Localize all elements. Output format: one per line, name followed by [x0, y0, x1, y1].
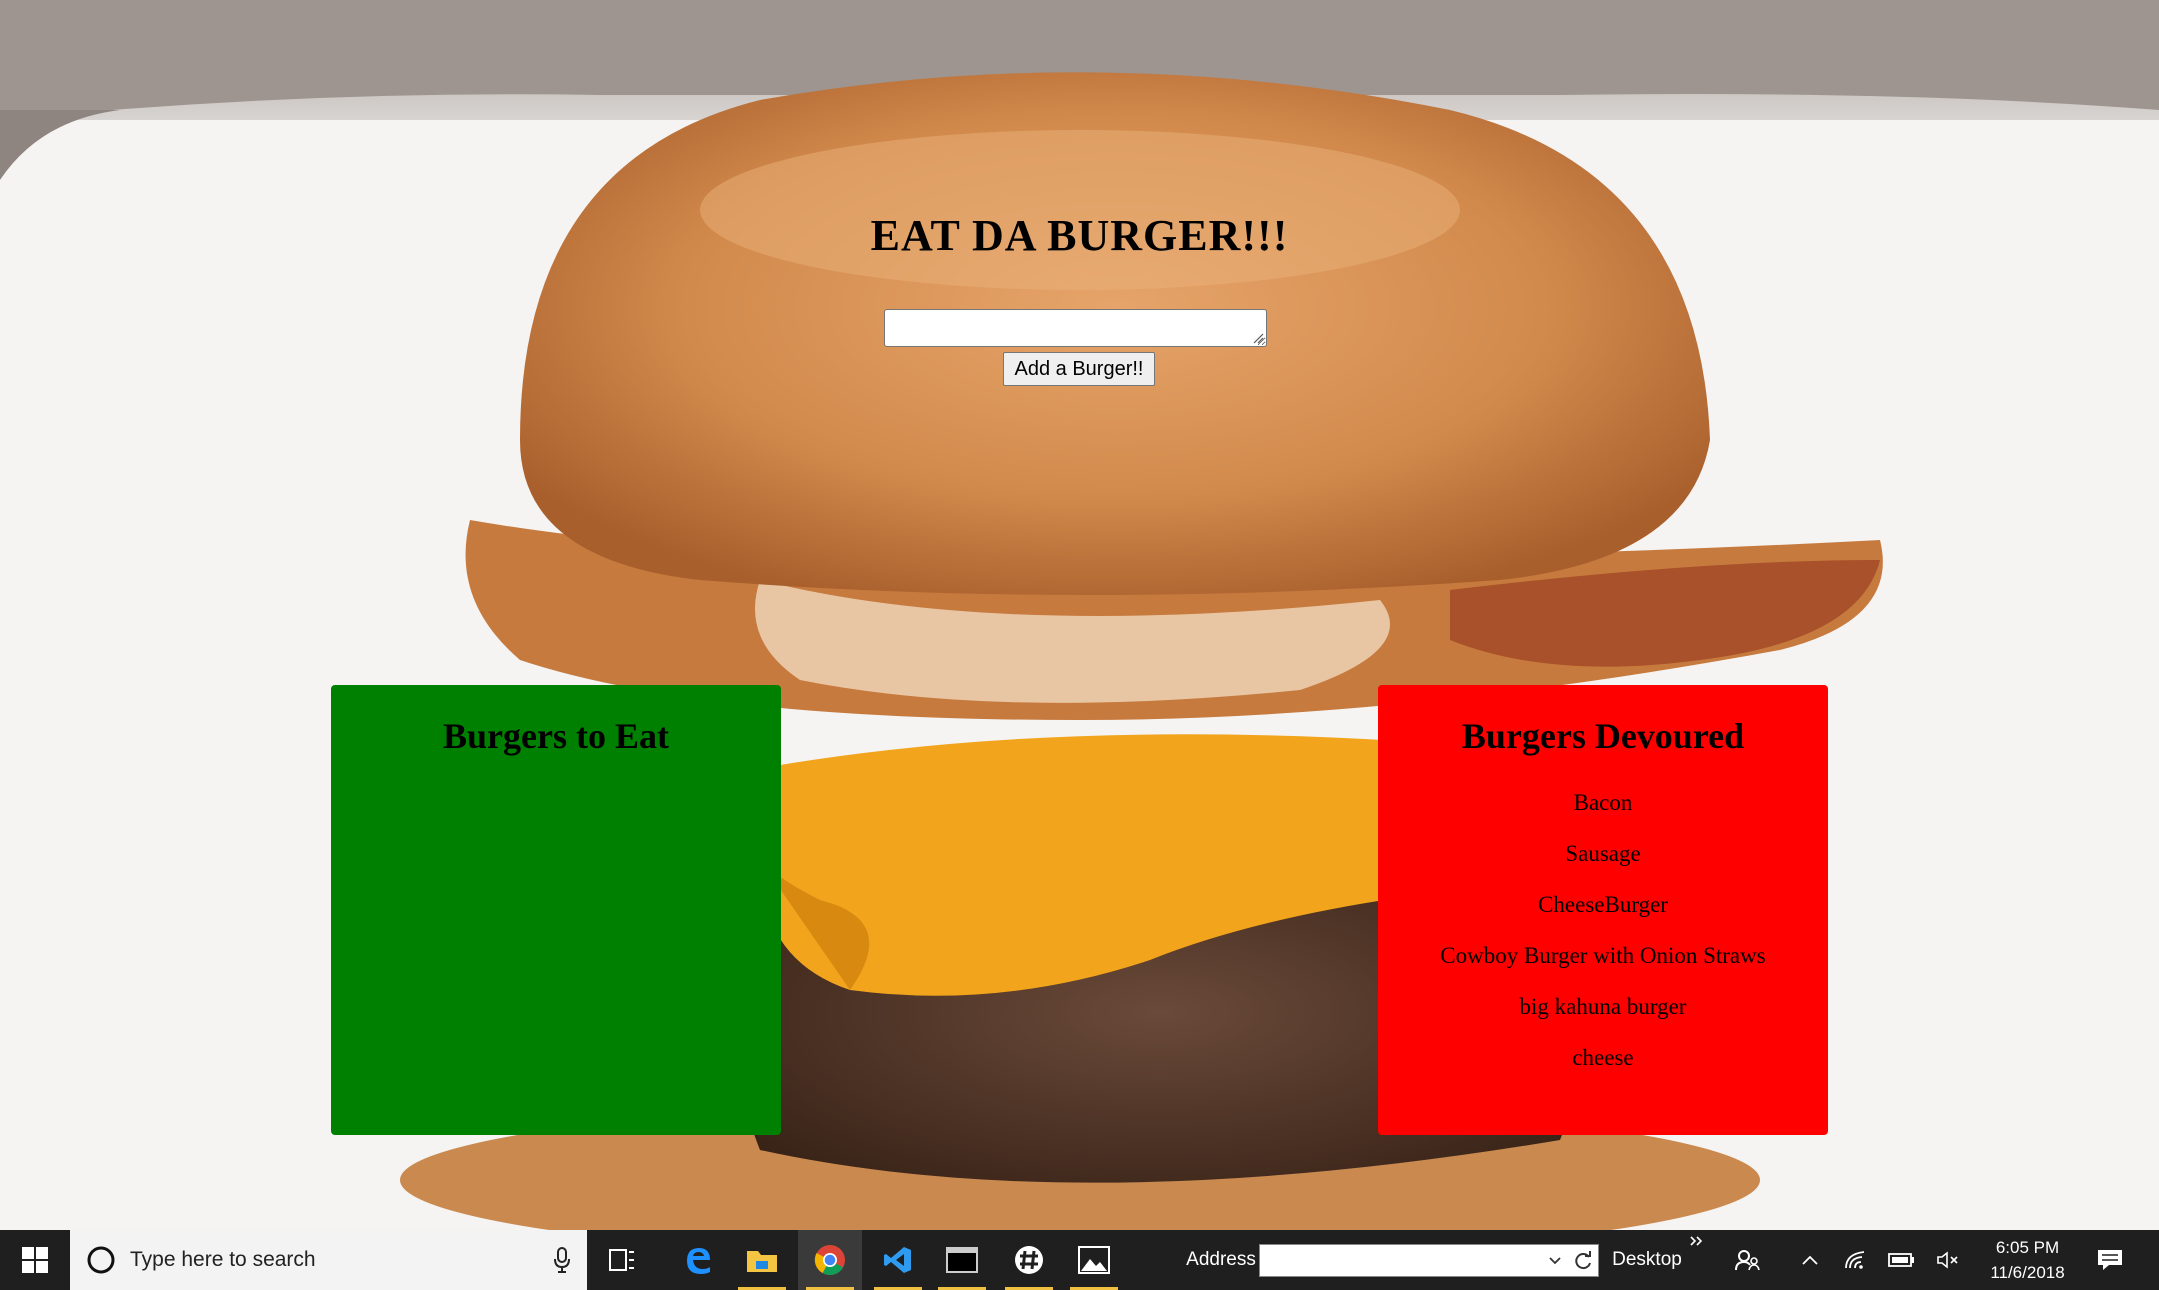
burgers-to-eat-panel: Burgers to Eat	[331, 685, 781, 1135]
taskbar-search-box[interactable]: Type here to search	[70, 1230, 587, 1290]
vscode-app-button[interactable]	[866, 1230, 930, 1290]
windows-logo-icon	[22, 1247, 48, 1273]
taskbar: Type here to search Address Desktop 6:05…	[0, 1230, 2159, 1290]
show-hidden-icons-button[interactable]	[1792, 1230, 1828, 1290]
add-burger-button[interactable]: Add a Burger!!	[1003, 352, 1155, 386]
list-item: Sausage	[1565, 841, 1641, 866]
clock-date: 11/6/2018	[1990, 1263, 2065, 1282]
file-explorer-icon	[747, 1251, 777, 1272]
notification-icon	[2098, 1250, 2122, 1270]
photos-icon	[1078, 1246, 1110, 1274]
vscode-icon	[884, 1247, 911, 1273]
resize-grip-icon[interactable]	[1252, 332, 1264, 344]
list-item: Bacon	[1573, 790, 1633, 815]
chrome-icon	[814, 1245, 845, 1276]
cortana-icon	[87, 1246, 115, 1274]
chrome-app-button[interactable]	[798, 1230, 862, 1290]
task-view-icon	[609, 1249, 634, 1271]
slack-app-button[interactable]	[997, 1230, 1061, 1290]
double-chevron-right-icon	[1690, 1236, 1703, 1246]
task-view-button[interactable]	[590, 1230, 654, 1290]
edge-app-button[interactable]	[666, 1230, 730, 1290]
people-icon	[1735, 1250, 1760, 1271]
burger-name-input[interactable]	[884, 309, 1267, 347]
people-button[interactable]	[1728, 1230, 1768, 1290]
burgers-devoured-list: Bacon Sausage CheeseBurger Cowboy Burger…	[1378, 777, 1828, 1083]
chevron-down-icon[interactable]	[1548, 1255, 1562, 1267]
chevron-up-icon	[1802, 1255, 1818, 1265]
microphone-icon[interactable]	[553, 1247, 571, 1273]
desktop-toolbar-label[interactable]: Desktop	[1606, 1230, 1688, 1290]
list-item: cheese	[1572, 1045, 1634, 1070]
address-toolbar-input[interactable]	[1259, 1244, 1599, 1277]
search-placeholder: Type here to search	[130, 1248, 316, 1271]
battery-button[interactable]	[1884, 1230, 1920, 1290]
burgers-devoured-panel: Burgers Devoured Bacon Sausage CheeseBur…	[1378, 685, 1828, 1135]
burgers-to-eat-heading: Burgers to Eat	[443, 716, 669, 756]
start-button[interactable]	[0, 1230, 70, 1290]
volume-muted-icon	[1937, 1251, 1958, 1269]
clock-time: 6:05 PM	[1995, 1238, 2060, 1257]
file-explorer-app-button[interactable]	[730, 1230, 794, 1290]
battery-icon	[1888, 1253, 1914, 1267]
volume-button[interactable]	[1930, 1230, 1966, 1290]
terminal-app-button[interactable]	[930, 1230, 994, 1290]
network-button[interactable]	[1838, 1230, 1874, 1290]
edge-icon	[687, 1248, 710, 1274]
burgers-devoured-heading: Burgers Devoured	[1461, 716, 1745, 756]
list-item: CheeseBurger	[1538, 892, 1668, 917]
wifi-icon	[1845, 1251, 1865, 1269]
photos-app-button[interactable]	[1062, 1230, 1126, 1290]
refresh-icon[interactable]	[1572, 1250, 1594, 1272]
slack-icon	[1015, 1246, 1043, 1274]
toolbar-overflow-button[interactable]	[1686, 1226, 1708, 1256]
list-item: Cowboy Burger with Onion Straws	[1440, 943, 1766, 968]
terminal-icon	[946, 1247, 978, 1273]
page-title: EAT DA BURGER!!!	[870, 211, 1289, 260]
address-toolbar-label: Address	[1186, 1249, 1256, 1270]
list-item: big kahuna burger	[1519, 994, 1687, 1019]
burger-background-image	[0, 0, 2159, 1230]
system-clock[interactable]: 6:05 PM 11/6/2018	[1970, 1230, 2085, 1290]
action-center-button[interactable]	[2090, 1230, 2130, 1290]
